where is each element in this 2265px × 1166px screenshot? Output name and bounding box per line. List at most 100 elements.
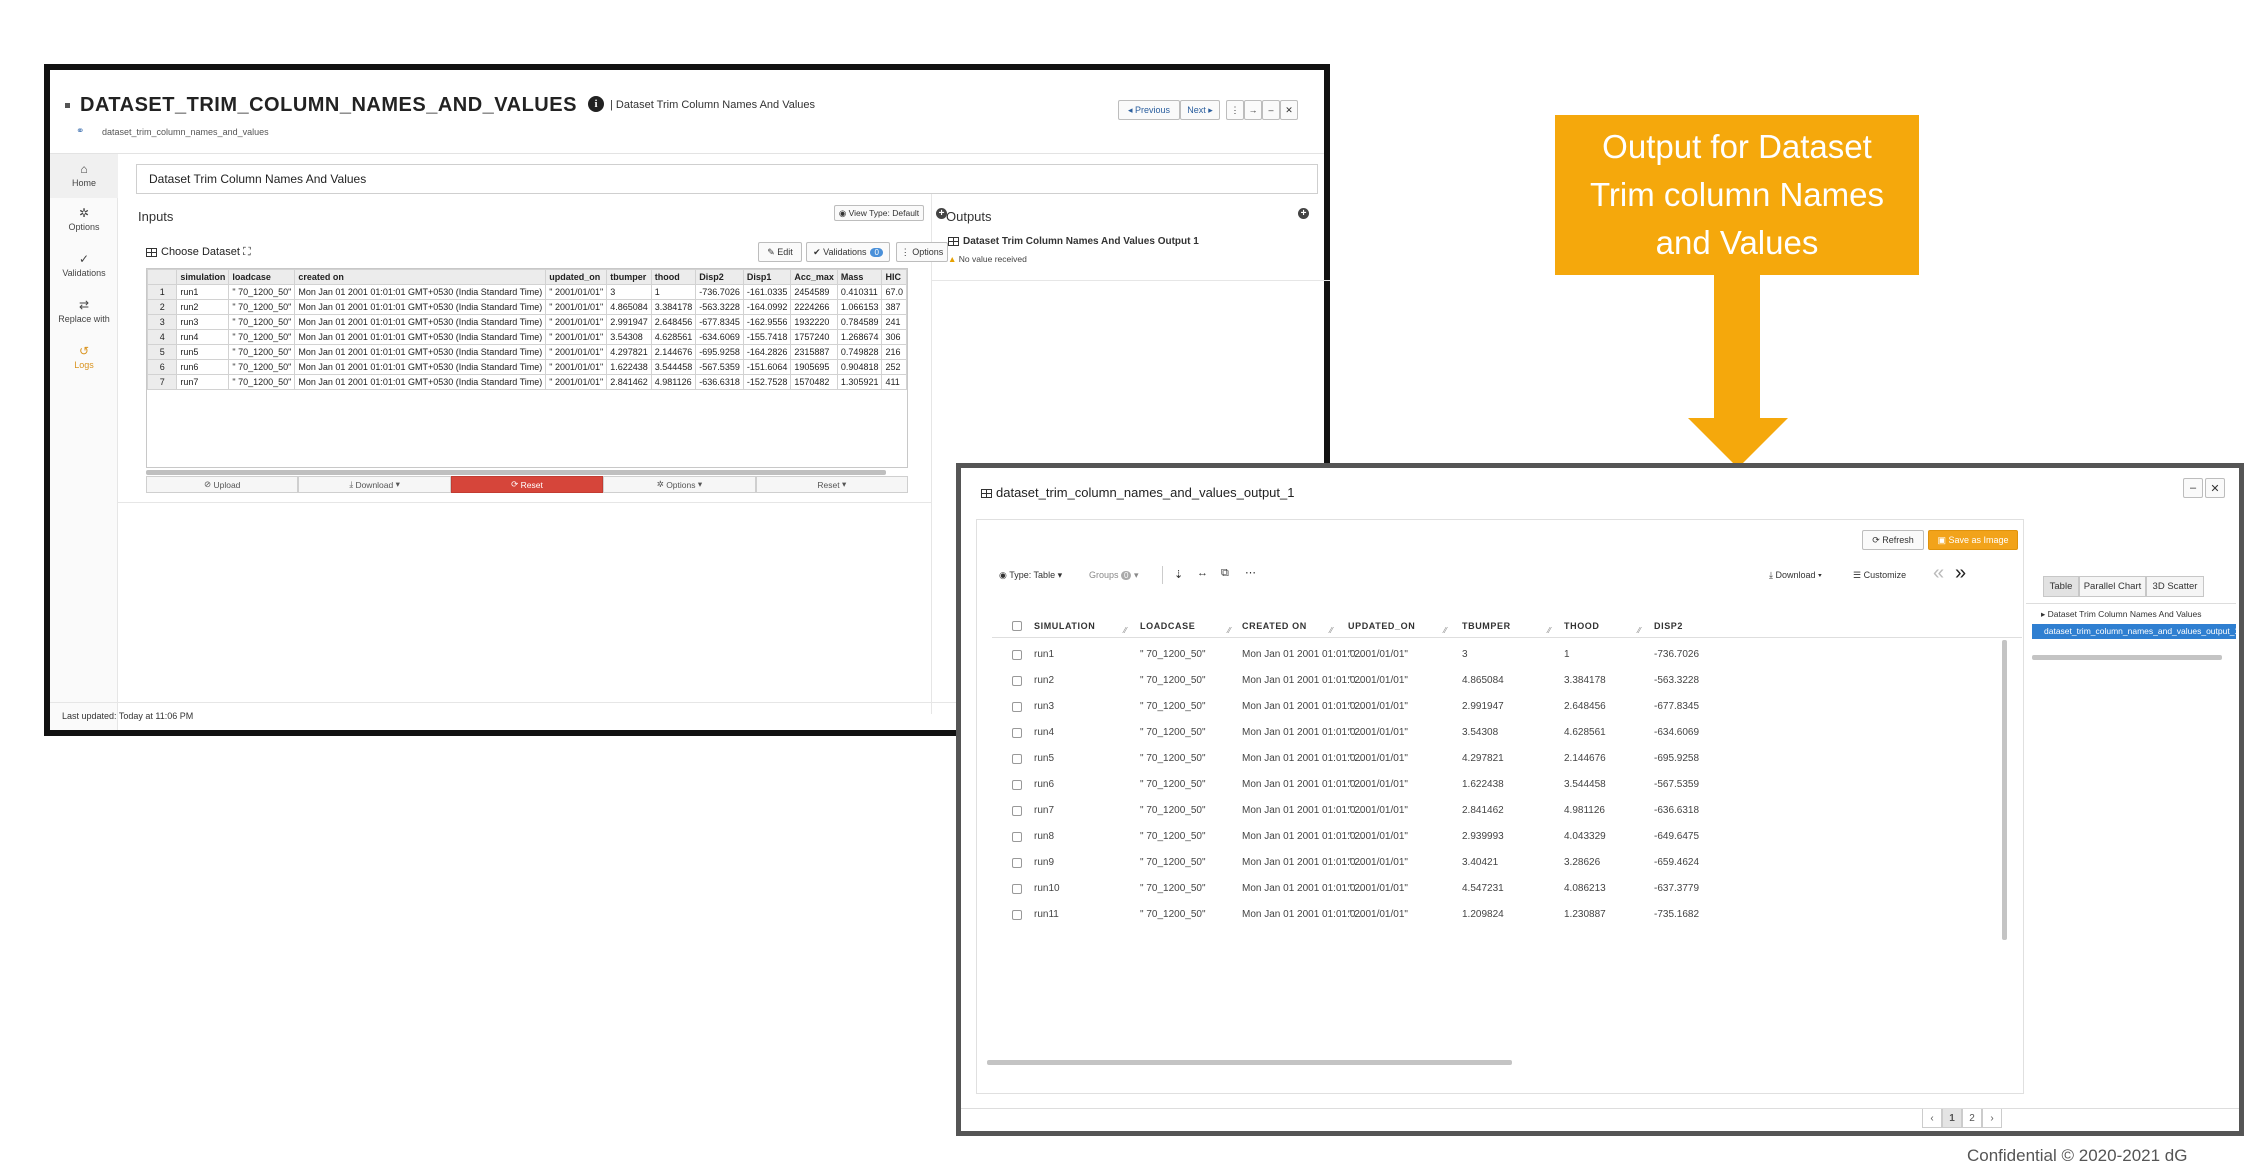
select-all-checkbox[interactable] <box>1012 621 1022 631</box>
table-cell[interactable]: 252 <box>881 359 907 375</box>
table-cell[interactable]: " 2001/01/01" <box>545 299 608 315</box>
table-row[interactable]: 7 run7 " 70_1200_50" Mon Jan 01 2001 01:01:… <box>147 374 907 390</box>
table-cell[interactable]: Mon Jan 01 2001 01:01:01 GMT+0530 (India… <box>294 299 547 315</box>
row-checkbox[interactable] <box>1012 780 1022 790</box>
table-cell[interactable]: -155.7418 <box>742 329 792 345</box>
table-cell[interactable]: 1.305921 <box>836 374 883 390</box>
table-row[interactable]: 4 run4 " 70_1200_50" Mon Jan 01 2001 01:01:… <box>147 329 907 345</box>
column-resize-handle[interactable]: ⁄⁄ <box>1228 626 1231 635</box>
minimize-button[interactable]: – <box>1262 100 1280 120</box>
row-checkbox[interactable] <box>1012 650 1022 660</box>
table-cell[interactable]: -162.9556 <box>742 314 792 330</box>
table-cell[interactable]: 4.297821 <box>606 344 652 360</box>
table-cell[interactable]: 0.410311 <box>836 284 883 300</box>
pagination-page-2[interactable]: 2 <box>1962 1108 1982 1128</box>
reset-button[interactable]: ⟳ Reset <box>450 476 604 493</box>
table-cell[interactable]: 3.384178 <box>650 299 697 315</box>
table-cell[interactable]: " 70_1200_50" <box>228 314 296 330</box>
row-checkbox[interactable] <box>1012 884 1022 894</box>
row-checkbox[interactable] <box>1012 702 1022 712</box>
column-header[interactable]: Acc_max <box>790 269 838 285</box>
table-cell[interactable]: 3.54308 <box>606 329 652 345</box>
table-cell[interactable]: " 70_1200_50" <box>228 359 296 375</box>
table-row[interactable]: run3 " 70_1200_50" Mon Jan 01 2001 01:01:0… <box>992 692 2022 718</box>
goto-button[interactable]: → <box>1244 100 1262 120</box>
column-header[interactable]: updated_on <box>545 269 608 285</box>
table-cell[interactable]: 411 <box>881 374 907 390</box>
tab-3d-scatter[interactable]: 3D Scatter <box>2146 576 2204 597</box>
table-cell[interactable]: run5 <box>176 344 230 360</box>
table-row[interactable]: 1 run1 " 70_1200_50" Mon Jan 01 2001 01:01:… <box>147 284 907 300</box>
table-cell[interactable]: -151.6064 <box>742 359 792 375</box>
row-checkbox[interactable] <box>1012 806 1022 816</box>
horizontal-scrollbar[interactable] <box>2032 655 2222 660</box>
table-row[interactable]: run11 " 70_1200_50" Mon Jan 01 2001 01:01:… <box>992 900 2022 926</box>
table-cell[interactable]: run7 <box>176 374 230 390</box>
groups-dropdown[interactable]: Groups 0 ▾ <box>1089 570 1139 581</box>
column-resize-handle[interactable]: ⁄⁄ <box>1330 626 1333 635</box>
table-cell[interactable]: " 70_1200_50" <box>228 374 296 390</box>
pagination-prev[interactable]: ‹ <box>1922 1108 1942 1128</box>
table-cell[interactable]: run4 <box>176 329 230 345</box>
table-cell[interactable]: 1570482 <box>790 374 838 390</box>
table-cell[interactable]: " 2001/01/01" <box>545 359 608 375</box>
table-cell[interactable]: -164.2826 <box>742 344 792 360</box>
more-vertical-button[interactable]: ⋮ <box>1226 100 1244 120</box>
type-table-dropdown[interactable]: ◉ Type: Table ▾ <box>999 570 1062 581</box>
table-cell[interactable]: 0.784589 <box>836 314 883 330</box>
table-cell[interactable]: " 2001/01/01" <box>545 374 608 390</box>
table-cell[interactable]: " 70_1200_50" <box>228 329 296 345</box>
sidebar-item-home[interactable]: ⌂ Home <box>50 154 118 198</box>
table-cell[interactable]: 1757240 <box>790 329 838 345</box>
table-cell[interactable]: " 70_1200_50" <box>228 344 296 360</box>
table-cell[interactable]: Mon Jan 01 2001 01:01:01 GMT+0530 (India… <box>294 374 547 390</box>
table-cell[interactable]: " 2001/01/01" <box>545 314 608 330</box>
pagination-next[interactable]: › <box>1982 1108 2002 1128</box>
row-number[interactable]: 1 <box>147 284 178 300</box>
column-header[interactable]: LOADCASE <box>1140 621 1195 631</box>
sidebar-item-replace-with[interactable]: ⇄ Replace with <box>50 298 118 324</box>
pagination-page-1[interactable]: 1 <box>1942 1108 1962 1128</box>
table-cell[interactable]: -634.6069 <box>695 329 744 345</box>
row-checkbox[interactable] <box>1012 754 1022 764</box>
refresh-button[interactable]: ⟳ Refresh <box>1862 530 1924 550</box>
table-row[interactable]: run7 " 70_1200_50" Mon Jan 01 2001 01:01:0… <box>992 796 2022 822</box>
save-as-image-button[interactable]: ▣ Save as Image <box>1928 530 2018 550</box>
add-output-icon[interactable]: + <box>1298 208 1309 219</box>
row-checkbox[interactable] <box>1012 728 1022 738</box>
options-menu-button[interactable]: ✲ Options ▾ <box>603 476 756 493</box>
previous-button[interactable]: ◂ Previous <box>1118 100 1180 120</box>
vertical-scrollbar[interactable] <box>2002 640 2007 940</box>
table-cell[interactable]: 2.991947 <box>606 314 652 330</box>
column-resize-handle[interactable]: ⁄⁄ <box>1124 626 1127 635</box>
table-cell[interactable]: 387 <box>881 299 907 315</box>
column-header[interactable]: simulation <box>176 269 230 285</box>
table-cell[interactable]: Mon Jan 01 2001 01:01:01 GMT+0530 (India… <box>294 359 547 375</box>
table-cell[interactable]: 2.144676 <box>650 344 697 360</box>
column-header[interactable]: THOOD <box>1564 621 1600 631</box>
table-cell[interactable]: -677.8345 <box>695 314 744 330</box>
tab-table[interactable]: Table <box>2043 576 2079 597</box>
column-resize-handle[interactable]: ⁄⁄ <box>1444 626 1447 635</box>
close-button[interactable]: ✕ <box>1280 100 1298 120</box>
table-row[interactable]: run2 " 70_1200_50" Mon Jan 01 2001 01:01:0… <box>992 666 2022 692</box>
table-cell[interactable]: 0.904818 <box>836 359 883 375</box>
column-resize-handle[interactable]: ⁄⁄ <box>1638 626 1641 635</box>
table-cell[interactable]: -695.9258 <box>695 344 744 360</box>
column-header[interactable]: thood <box>650 269 697 285</box>
more-horizontal-icon[interactable]: ⋯ <box>1245 566 1256 579</box>
dataset-table[interactable]: simulation loadcase created on updated_on tb… <box>146 268 908 468</box>
tab-parallel-chart[interactable]: Parallel Chart <box>2079 576 2146 597</box>
validations-button[interactable]: ✔ Validations 0 <box>806 242 890 262</box>
table-cell[interactable]: -636.6318 <box>695 374 744 390</box>
column-header[interactable]: Mass <box>836 269 883 285</box>
next-button[interactable]: Next ▸ <box>1180 100 1220 120</box>
column-header[interactable]: loadcase <box>228 269 296 285</box>
table-cell[interactable]: 2315887 <box>790 344 838 360</box>
table-row[interactable]: run8 " 70_1200_50" Mon Jan 01 2001 01:01:0… <box>992 822 2022 848</box>
table-cell[interactable]: 0.749828 <box>836 344 883 360</box>
table-cell[interactable]: " 70_1200_50" <box>228 299 296 315</box>
customize-button[interactable]: ☰ Customize <box>1853 570 1906 581</box>
expand-columns-icon[interactable]: ↔ <box>1197 567 1208 579</box>
page-name-field[interactable]: Dataset Trim Column Names And Values <box>136 164 1318 194</box>
